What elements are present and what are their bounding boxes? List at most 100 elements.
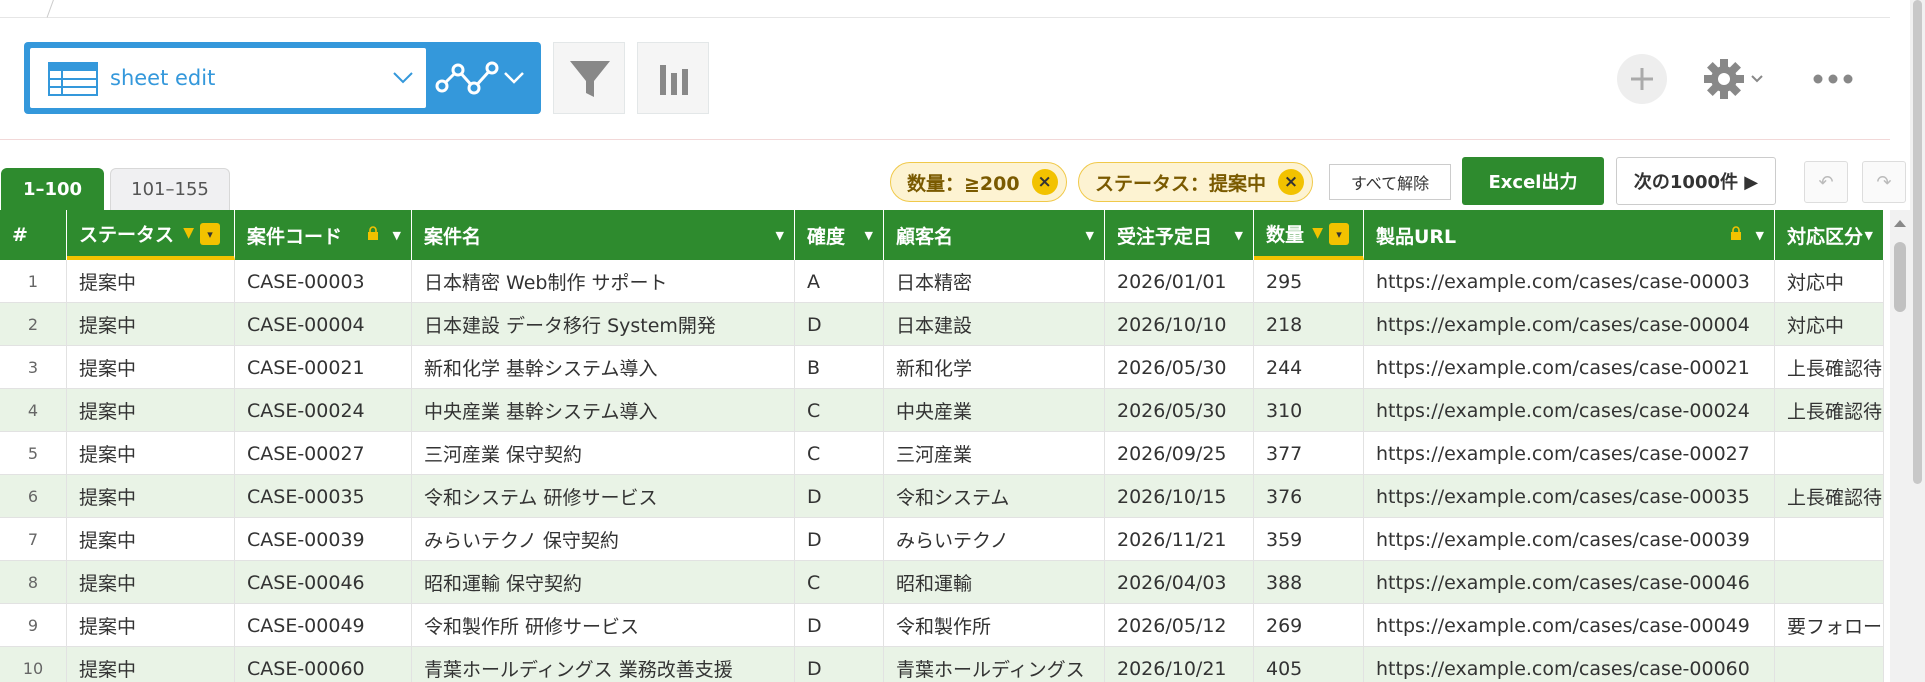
table-row[interactable]: 6 提案中 CASE-00035 令和システム 研修サービス D 令和システム 2026/1… <box>0 475 1884 518</box>
cell-quantity[interactable]: 295 <box>1254 260 1364 303</box>
cell-quantity[interactable]: 376 <box>1254 475 1364 518</box>
cell-handling-category[interactable]: 上長確認待 <box>1775 475 1884 518</box>
cell-product-url[interactable]: https://example.com/cases/case-00003 <box>1364 260 1775 303</box>
filter-button[interactable] <box>553 42 625 114</box>
cell-case-name[interactable]: 昭和運輸 保守契約 <box>412 561 795 604</box>
column-menu-icon[interactable]: ▼ <box>393 229 401 242</box>
cell-status[interactable]: 提案中 <box>67 475 235 518</box>
column-menu-icon[interactable]: ▼ <box>1086 229 1094 242</box>
cell-probability[interactable]: A <box>795 260 884 303</box>
column-header-quantity[interactable]: 数量 ▼ ▾ <box>1254 210 1364 260</box>
cell-case-name[interactable]: 日本建設 データ移行 System開発 <box>412 303 795 346</box>
cell-probability[interactable]: D <box>795 647 884 682</box>
table-row[interactable]: 4 提案中 CASE-00024 中央産業 基幹システム導入 C 中央産業 2026/05/… <box>0 389 1884 432</box>
cell-product-url[interactable]: https://example.com/cases/case-00021 <box>1364 346 1775 389</box>
more-button[interactable] <box>1808 64 1858 94</box>
cell-case-name[interactable]: 日本精密 Web制作 サポート <box>412 260 795 303</box>
column-header-product-url[interactable]: 製品URL ▼ <box>1364 210 1775 260</box>
cell-handling-category[interactable] <box>1775 647 1884 682</box>
cell-quantity[interactable]: 218 <box>1254 303 1364 346</box>
column-header-row-number[interactable]: # <box>0 210 67 260</box>
cell-product-url[interactable]: https://example.com/cases/case-00027 <box>1364 432 1775 475</box>
cell-customer-name[interactable]: 三河産業 <box>884 432 1105 475</box>
cell-status[interactable]: 提案中 <box>67 260 235 303</box>
graph-icon[interactable] <box>434 56 500 100</box>
cell-case-name[interactable]: 令和製作所 研修サービス <box>412 604 795 647</box>
cell-product-url[interactable]: https://example.com/cases/case-00046 <box>1364 561 1775 604</box>
cell-status[interactable]: 提案中 <box>67 389 235 432</box>
cell-status[interactable]: 提案中 <box>67 303 235 346</box>
cell-customer-name[interactable]: 令和製作所 <box>884 604 1105 647</box>
column-header-order-date[interactable]: 受注予定日 ▼ <box>1105 210 1254 260</box>
column-menu-icon[interactable]: ▼ <box>1756 229 1764 242</box>
graph-button[interactable] <box>637 42 709 114</box>
cell-case-code[interactable]: CASE-00003 <box>235 260 412 303</box>
cell-handling-category[interactable]: 対応中 <box>1775 260 1884 303</box>
cell-probability[interactable]: D <box>795 475 884 518</box>
cell-product-url[interactable]: https://example.com/cases/case-00024 <box>1364 389 1775 432</box>
table-row[interactable]: 8 提案中 CASE-00046 昭和運輸 保守契約 C 昭和運輸 2026/04/03 38… <box>0 561 1884 604</box>
cell-case-name[interactable]: 中央産業 基幹システム導入 <box>412 389 795 432</box>
cell-product-url[interactable]: https://example.com/cases/case-00060 <box>1364 647 1775 682</box>
cell-customer-name[interactable]: 日本建設 <box>884 303 1105 346</box>
cell-status[interactable]: 提案中 <box>67 561 235 604</box>
cell-case-code[interactable]: CASE-00035 <box>235 475 412 518</box>
cell-order-date[interactable]: 2026/05/12 <box>1105 604 1254 647</box>
column-header-case-name[interactable]: 案件名 ▼ <box>412 210 795 260</box>
cell-customer-name[interactable]: みらいテクノ <box>884 518 1105 561</box>
tab-page-1[interactable]: 1–100 <box>1 168 104 210</box>
next-page-button[interactable]: 次の1000件 ▶ <box>1616 157 1776 205</box>
table-row[interactable]: 5 提案中 CASE-00027 三河産業 保守契約 C 三河産業 2026/09/25 37… <box>0 432 1884 475</box>
cell-handling-category[interactable]: 要フォロー <box>1775 604 1884 647</box>
column-menu-icon[interactable]: ▾ <box>200 223 220 245</box>
chevron-down-icon[interactable] <box>501 64 527 90</box>
column-menu-icon[interactable]: ▾ <box>1329 223 1349 245</box>
cell-quantity[interactable]: 269 <box>1254 604 1364 647</box>
cell-order-date[interactable]: 2026/04/03 <box>1105 561 1254 604</box>
cell-order-date[interactable]: 2026/01/01 <box>1105 260 1254 303</box>
column-menu-icon[interactable]: ▼ <box>1235 229 1243 242</box>
cell-order-date[interactable]: 2026/10/21 <box>1105 647 1254 682</box>
column-header-probability[interactable]: 確度 ▼ <box>795 210 884 260</box>
cell-case-name[interactable]: みらいテクノ 保守契約 <box>412 518 795 561</box>
cell-case-code[interactable]: CASE-00024 <box>235 389 412 432</box>
cell-product-url[interactable]: https://example.com/cases/case-00004 <box>1364 303 1775 346</box>
cell-order-date[interactable]: 2026/10/15 <box>1105 475 1254 518</box>
scroll-thumb[interactable] <box>1894 242 1906 312</box>
grid-scrollbar[interactable] <box>1890 210 1910 682</box>
table-row[interactable]: 10 提案中 CASE-00060 青葉ホールディングス 業務改善支援 D 青葉ホールディ… <box>0 647 1884 682</box>
scroll-thumb[interactable] <box>1913 0 1922 484</box>
table-row[interactable]: 9 提案中 CASE-00049 令和製作所 研修サービス D 令和製作所 2026/05/… <box>0 604 1884 647</box>
cell-product-url[interactable]: https://example.com/cases/case-00049 <box>1364 604 1775 647</box>
excel-export-button[interactable]: Excel出力 <box>1462 157 1604 205</box>
table-row[interactable]: 1 提案中 CASE-00003 日本精密 Web制作 サポート A 日本精密 2026/0… <box>0 260 1884 303</box>
cell-case-code[interactable]: CASE-00049 <box>235 604 412 647</box>
tab-page-2[interactable]: 101–155 <box>110 168 230 210</box>
table-row[interactable]: 3 提案中 CASE-00021 新和化学 基幹システム導入 B 新和化学 2026/05/… <box>0 346 1884 389</box>
cell-handling-category[interactable]: 上長確認待 <box>1775 389 1884 432</box>
cell-handling-category[interactable]: 対応中 <box>1775 303 1884 346</box>
column-menu-icon[interactable]: ▼ <box>776 229 784 242</box>
scroll-up-icon[interactable] <box>1894 220 1906 227</box>
cell-probability[interactable]: C <box>795 432 884 475</box>
cell-case-name[interactable]: 新和化学 基幹システム導入 <box>412 346 795 389</box>
close-icon[interactable]: × <box>1031 169 1058 195</box>
cell-handling-category[interactable]: 上長確認待 <box>1775 346 1884 389</box>
cell-order-date[interactable]: 2026/05/30 <box>1105 346 1254 389</box>
cell-handling-category[interactable] <box>1775 432 1884 475</box>
cell-probability[interactable]: D <box>795 303 884 346</box>
cell-handling-category[interactable] <box>1775 561 1884 604</box>
cell-probability[interactable]: D <box>795 604 884 647</box>
column-header-status[interactable]: ステータス ▼ ▾ <box>67 210 235 260</box>
column-header-case-code[interactable]: 案件コード ▼ <box>235 210 412 260</box>
cell-case-name[interactable]: 三河産業 保守契約 <box>412 432 795 475</box>
cell-order-date[interactable]: 2026/09/25 <box>1105 432 1254 475</box>
cell-order-date[interactable]: 2026/10/10 <box>1105 303 1254 346</box>
cell-case-code[interactable]: CASE-00027 <box>235 432 412 475</box>
cell-status[interactable]: 提案中 <box>67 604 235 647</box>
cell-customer-name[interactable]: 昭和運輸 <box>884 561 1105 604</box>
cell-quantity[interactable]: 405 <box>1254 647 1364 682</box>
table-row[interactable]: 2 提案中 CASE-00004 日本建設 データ移行 System開発 D 日本建設 20… <box>0 303 1884 346</box>
undo-button[interactable]: ↶ <box>1804 161 1848 203</box>
cell-quantity[interactable]: 377 <box>1254 432 1364 475</box>
